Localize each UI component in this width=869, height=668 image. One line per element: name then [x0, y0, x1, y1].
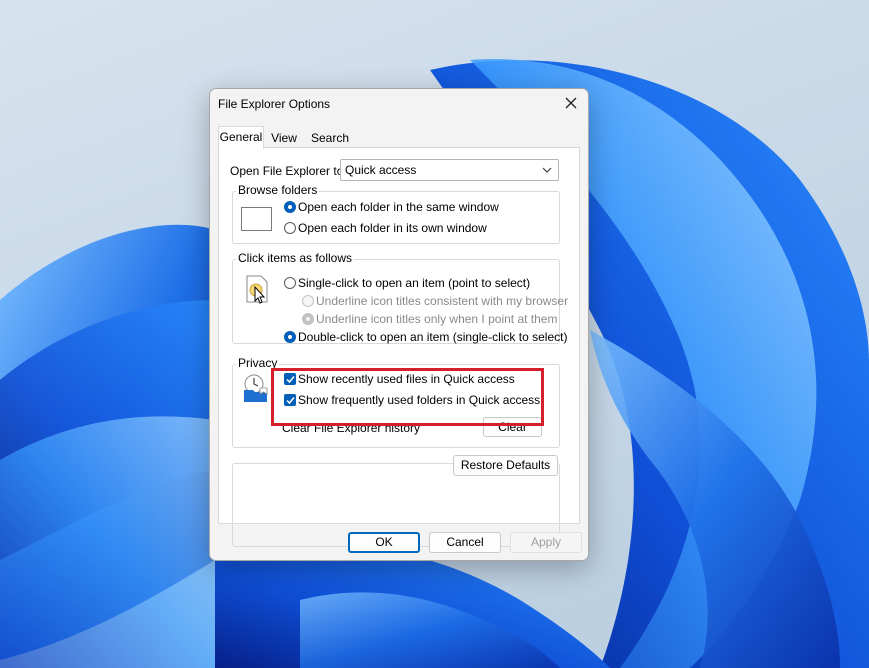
tab-general[interactable]: General: [218, 126, 264, 149]
same-window-label[interactable]: Open each folder in the same window: [298, 200, 499, 214]
single-click-label[interactable]: Single-click to open an item (point to s…: [298, 276, 530, 290]
close-icon: [565, 97, 577, 109]
open-to-value: Quick access: [345, 163, 417, 177]
browse-folders-group: [232, 191, 560, 244]
radio-same-window[interactable]: [284, 201, 296, 213]
underline-browser-label[interactable]: Underline icon titles consistent with my…: [316, 294, 568, 308]
folder-window-icon: [241, 207, 272, 231]
restore-defaults-button[interactable]: Restore Defaults: [453, 455, 558, 476]
privacy-folder-icon: [244, 374, 268, 402]
apply-button[interactable]: Apply: [510, 532, 582, 553]
tab-search[interactable]: Search: [306, 128, 354, 149]
close-button[interactable]: [554, 89, 588, 119]
click-cursor-icon: [246, 275, 268, 304]
chevron-down-icon: [542, 167, 552, 173]
cancel-button[interactable]: Cancel: [429, 532, 501, 553]
own-window-label[interactable]: Open each folder in its own window: [298, 221, 487, 235]
underline-point-label[interactable]: Underline icon titles only when I point …: [316, 312, 557, 326]
ok-button[interactable]: OK: [348, 532, 420, 553]
tab-view[interactable]: View: [266, 128, 302, 149]
radio-single-click[interactable]: [284, 277, 296, 289]
general-tab-panel: Open File Explorer to: Quick access Brow…: [218, 147, 580, 547]
open-to-label: Open File Explorer to:: [230, 164, 347, 178]
double-click-label[interactable]: Double-click to open an item (single-cli…: [298, 330, 567, 344]
radio-double-click[interactable]: [284, 331, 296, 343]
file-explorer-options-dialog: File Explorer Options General View Searc…: [209, 88, 589, 561]
click-items-label: Click items as follows: [236, 251, 355, 265]
desktop: File Explorer Options General View Searc…: [0, 0, 869, 668]
browse-folders-label: Browse folders: [236, 183, 320, 197]
radio-underline-point[interactable]: [302, 313, 314, 325]
highlight-annotation: [271, 368, 544, 426]
radio-own-window[interactable]: [284, 222, 296, 234]
open-to-dropdown[interactable]: Quick access: [340, 159, 559, 181]
radio-underline-browser[interactable]: [302, 295, 314, 307]
window-title: File Explorer Options: [218, 97, 331, 111]
title-bar[interactable]: File Explorer Options: [210, 89, 588, 119]
